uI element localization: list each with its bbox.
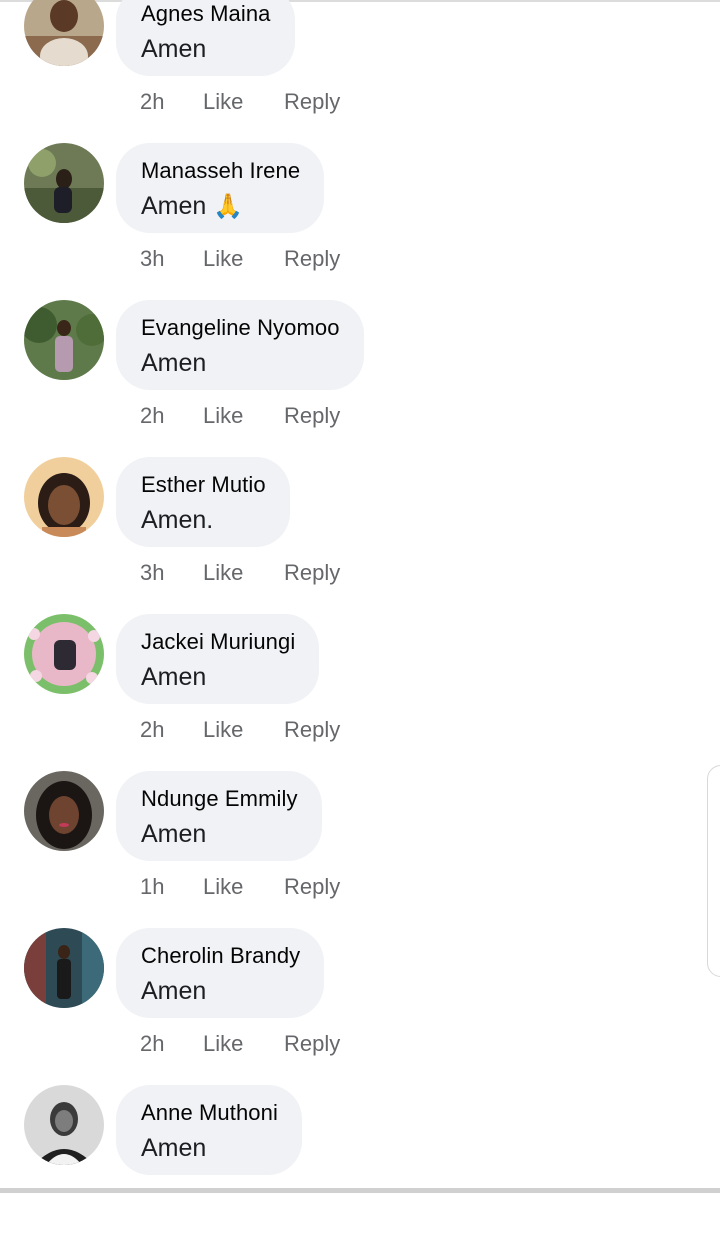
- comment-text: Amen: [141, 35, 207, 63]
- reply-button[interactable]: Reply: [284, 247, 340, 271]
- reply-button[interactable]: Reply: [284, 718, 340, 742]
- comment-item: Manasseh Irene Amen 🙏 3h Like Reply: [0, 143, 720, 300]
- comment-item: Agnes Maina Amen 2h Like Reply: [0, 0, 720, 143]
- reply-button[interactable]: Reply: [284, 90, 340, 114]
- comment-author[interactable]: Manasseh Irene: [141, 157, 300, 185]
- comment-bubble: Cherolin Brandy Amen: [116, 928, 325, 1018]
- like-button[interactable]: Like: [203, 247, 284, 271]
- bottom-divider: [0, 1188, 720, 1193]
- comment-item: Anne Muthoni Amen: [0, 1085, 720, 1242]
- user-avatar[interactable]: [24, 928, 104, 1008]
- comment-time: 3h: [140, 246, 165, 271]
- comment-time: 2h: [140, 89, 165, 114]
- user-avatar[interactable]: [24, 300, 104, 380]
- comment-time: 3h: [140, 560, 165, 585]
- comment-text: Amen: [141, 977, 207, 1005]
- comment-item: Evangeline Nyomoo Amen 2h Like Reply: [0, 300, 720, 457]
- comment-item: Ndunge Emmily Amen 1h Like Reply: [0, 771, 720, 928]
- comment-author[interactable]: Agnes Maina: [141, 0, 271, 28]
- comment-item: Cherolin Brandy Amen 2h Like Reply: [0, 928, 720, 1085]
- comment-time: 2h: [140, 1031, 165, 1056]
- comment-time: 1h: [140, 874, 165, 899]
- comment-actions: 3h Like Reply: [140, 247, 340, 271]
- like-button[interactable]: Like: [203, 718, 284, 742]
- reply-button[interactable]: Reply: [284, 404, 340, 428]
- praying-hands-icon: 🙏: [213, 192, 244, 220]
- comment-author[interactable]: Jackei Muriungi: [141, 628, 295, 656]
- comment-actions: 3h Like Reply: [140, 561, 340, 585]
- comment-time: 2h: [140, 403, 165, 428]
- reply-button[interactable]: Reply: [284, 875, 340, 899]
- comment-bubble: Evangeline Nyomoo Amen: [116, 300, 364, 390]
- comment-item: Jackei Muriungi Amen 2h Like Reply: [0, 614, 720, 771]
- user-avatar[interactable]: [24, 771, 104, 851]
- comment-bubble: Ndunge Emmily Amen: [116, 771, 322, 861]
- reply-button[interactable]: Reply: [284, 1032, 340, 1056]
- comment-actions: 1h Like Reply: [140, 875, 340, 899]
- user-avatar[interactable]: [24, 143, 104, 223]
- comment-text: Amen: [141, 663, 207, 691]
- comment-text: Amen 🙏: [141, 191, 300, 221]
- comment-bubble: Manasseh Irene Amen 🙏: [116, 143, 325, 233]
- user-avatar[interactable]: [24, 0, 104, 66]
- comment-author[interactable]: Anne Muthoni: [141, 1099, 278, 1127]
- comment-text-value: Amen: [141, 192, 207, 220]
- comment-actions: 2h Like Reply: [140, 1032, 340, 1056]
- user-avatar[interactable]: [24, 614, 104, 694]
- comment-list: Agnes Maina Amen 2h Like Reply Manasseh Ir…: [0, 0, 720, 1242]
- comment-author[interactable]: Esther Mutio: [141, 471, 266, 499]
- comment-text: Amen.: [141, 506, 214, 534]
- comment-text: Amen: [141, 349, 207, 377]
- comment-bubble: Agnes Maina Amen: [116, 0, 295, 76]
- comment-bubble: Anne Muthoni Amen: [116, 1085, 302, 1175]
- comment-author[interactable]: Cherolin Brandy: [141, 942, 300, 970]
- comment-item: Esther Mutio Amen. 3h Like Reply: [0, 457, 720, 614]
- comment-text: Amen: [141, 820, 207, 848]
- comment-text: Amen: [141, 1134, 207, 1162]
- comment-bubble: Jackei Muriungi Amen: [116, 614, 320, 704]
- like-button[interactable]: Like: [203, 875, 284, 899]
- comment-actions: 2h Like Reply: [140, 404, 340, 428]
- like-button[interactable]: Like: [203, 404, 284, 428]
- side-popup-card[interactable]: [707, 765, 720, 977]
- user-avatar[interactable]: [24, 457, 104, 537]
- comment-author[interactable]: Evangeline Nyomoo: [141, 314, 340, 342]
- like-button[interactable]: Like: [203, 561, 284, 585]
- reply-button[interactable]: Reply: [284, 561, 340, 585]
- comment-time: 2h: [140, 717, 165, 742]
- comment-author[interactable]: Ndunge Emmily: [141, 785, 298, 813]
- user-avatar[interactable]: [24, 1085, 104, 1165]
- comment-actions: 2h Like Reply: [140, 90, 340, 114]
- comment-bubble: Esther Mutio Amen.: [116, 457, 290, 547]
- like-button[interactable]: Like: [203, 90, 284, 114]
- like-button[interactable]: Like: [203, 1032, 284, 1056]
- comment-actions: 2h Like Reply: [140, 718, 340, 742]
